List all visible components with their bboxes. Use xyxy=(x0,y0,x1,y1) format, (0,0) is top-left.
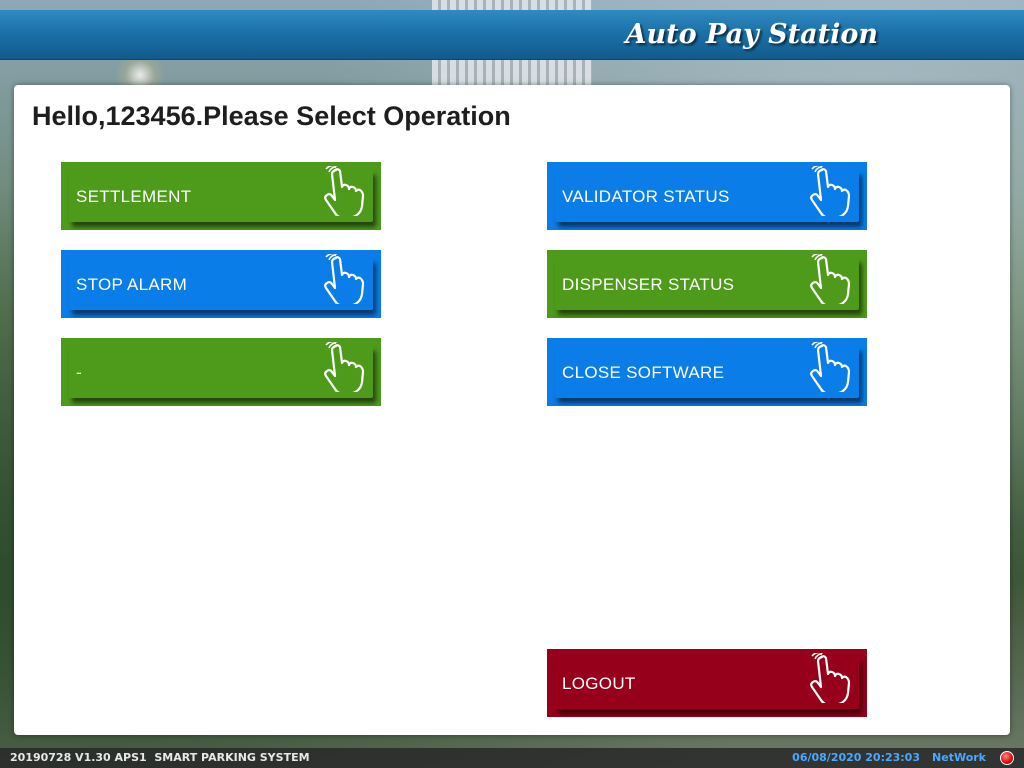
header-bar: Auto Pay Station xyxy=(0,10,1024,60)
status-bar: 20190728 V1.30 APS1 SMART PARKING SYSTEM… xyxy=(0,748,1024,768)
settlement-button[interactable]: SETTLEMENT xyxy=(61,162,381,230)
status-datetime: 06/08/2020 20:23:03 xyxy=(792,751,920,764)
greeting-title: Hello,123456.Please Select Operation xyxy=(32,101,511,131)
validator-status-button[interactable]: VALIDATOR STATUS xyxy=(547,162,867,230)
hand-pointer-icon xyxy=(324,342,365,392)
hand-pointer-icon xyxy=(324,166,365,216)
hand-pointer-icon xyxy=(810,342,851,392)
app-title: Auto Pay Station xyxy=(625,19,878,50)
button-label: SETTLEMENT xyxy=(76,187,192,206)
button-label: LOGOUT xyxy=(562,674,636,693)
version-info: 20190728 V1.30 APS1 SMART PARKING SYSTEM xyxy=(10,751,310,764)
network-label: NetWork xyxy=(932,751,986,764)
button-label: CLOSE SOFTWARE xyxy=(562,363,725,382)
blank-operation-button[interactable]: - xyxy=(61,338,381,406)
button-label: STOP ALARM xyxy=(76,275,188,294)
hand-pointer-icon xyxy=(810,653,851,703)
hand-pointer-icon xyxy=(810,166,851,216)
button-label: - xyxy=(76,363,82,382)
button-label: VALIDATOR STATUS xyxy=(562,187,730,206)
dispenser-status-button[interactable]: DISPENSER STATUS xyxy=(547,250,867,318)
logout-button[interactable]: LOGOUT xyxy=(547,649,867,717)
hand-pointer-icon xyxy=(810,254,851,304)
stop-alarm-button[interactable]: STOP ALARM xyxy=(61,250,381,318)
operation-panel: Hello,123456.Please Select Operation SET… xyxy=(14,85,1010,735)
hand-pointer-icon xyxy=(324,254,365,304)
close-software-button[interactable]: CLOSE SOFTWARE xyxy=(547,338,867,406)
button-label: DISPENSER STATUS xyxy=(562,275,735,294)
network-status-indicator-icon xyxy=(1000,751,1014,765)
